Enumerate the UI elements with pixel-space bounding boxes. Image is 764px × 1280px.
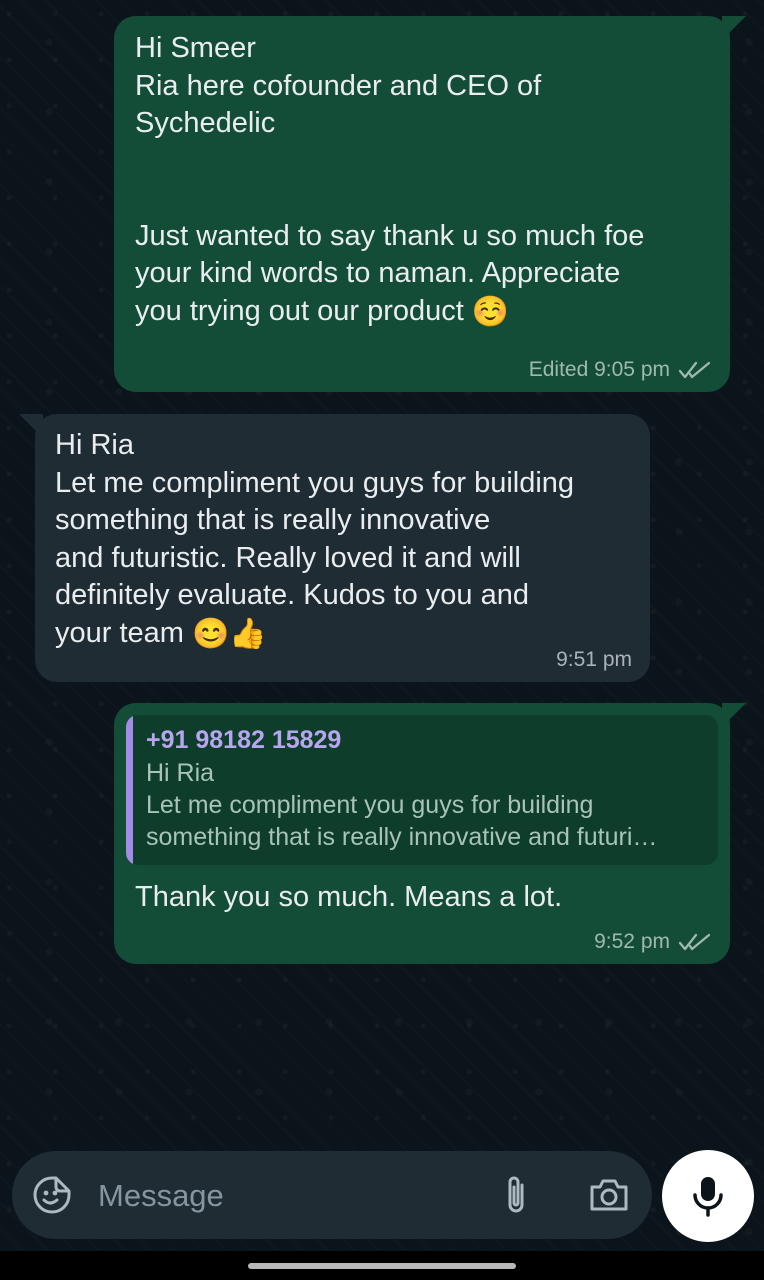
message-bubble-outgoing-reply[interactable]: +91 98182 15829 Hi Ria Let me compliment… <box>114 703 746 964</box>
smile-thumbs-up-emoji: 😊👍 <box>192 617 267 651</box>
quoted-message[interactable]: +91 98182 15829 Hi Ria Let me compliment… <box>126 715 718 865</box>
message-bubble-outgoing[interactable]: Hi Smeer Ria here cofounder and CEO of S… <box>114 16 746 392</box>
message-text: Hi Smeer Ria here cofounder and CEO of S… <box>135 32 645 329</box>
voice-record-button[interactable] <box>662 1150 754 1242</box>
message-timestamp: 9:52 pm <box>594 930 670 953</box>
message-text: Hi Ria Let me compliment you guys for bu… <box>55 429 575 651</box>
message-meta: Edited 9:05 pm <box>529 358 712 382</box>
message-bubble-incoming[interactable]: Hi Ria Let me compliment you guys for bu… <box>19 414 650 682</box>
quote-accent-bar <box>126 715 133 865</box>
message-meta: 9:52 pm <box>594 930 712 954</box>
message-timestamp: 9:51 pm <box>556 648 632 671</box>
quoted-author: +91 98182 15829 <box>146 726 342 754</box>
bubble-tail <box>722 16 746 40</box>
message-composer <box>12 1151 652 1239</box>
smiling-face-emoji: ☺️ <box>471 295 510 329</box>
message-input[interactable] <box>96 1167 480 1225</box>
message-text: Thank you so much. Means a lot. <box>135 881 563 913</box>
message-timestamp: Edited 9:05 pm <box>528 358 670 381</box>
bubble-tail <box>722 703 746 727</box>
microphone-icon <box>693 1177 723 1217</box>
system-navigation-bar <box>0 1251 764 1280</box>
quoted-text-line: something that is really innovative and … <box>146 823 658 851</box>
quoted-text-line: Hi Ria <box>146 759 215 787</box>
bubble-tail <box>19 414 43 438</box>
double-check-icon <box>678 933 711 951</box>
message-meta: 9:51 pm <box>556 648 632 672</box>
quoted-text-line: Let me compliment you guys for building <box>146 791 594 819</box>
attach-icon[interactable] <box>500 1173 532 1217</box>
sticker-icon[interactable] <box>32 1175 72 1215</box>
home-gesture-handle[interactable] <box>248 1263 516 1269</box>
double-check-icon <box>678 361 711 379</box>
camera-icon[interactable] <box>588 1175 630 1215</box>
